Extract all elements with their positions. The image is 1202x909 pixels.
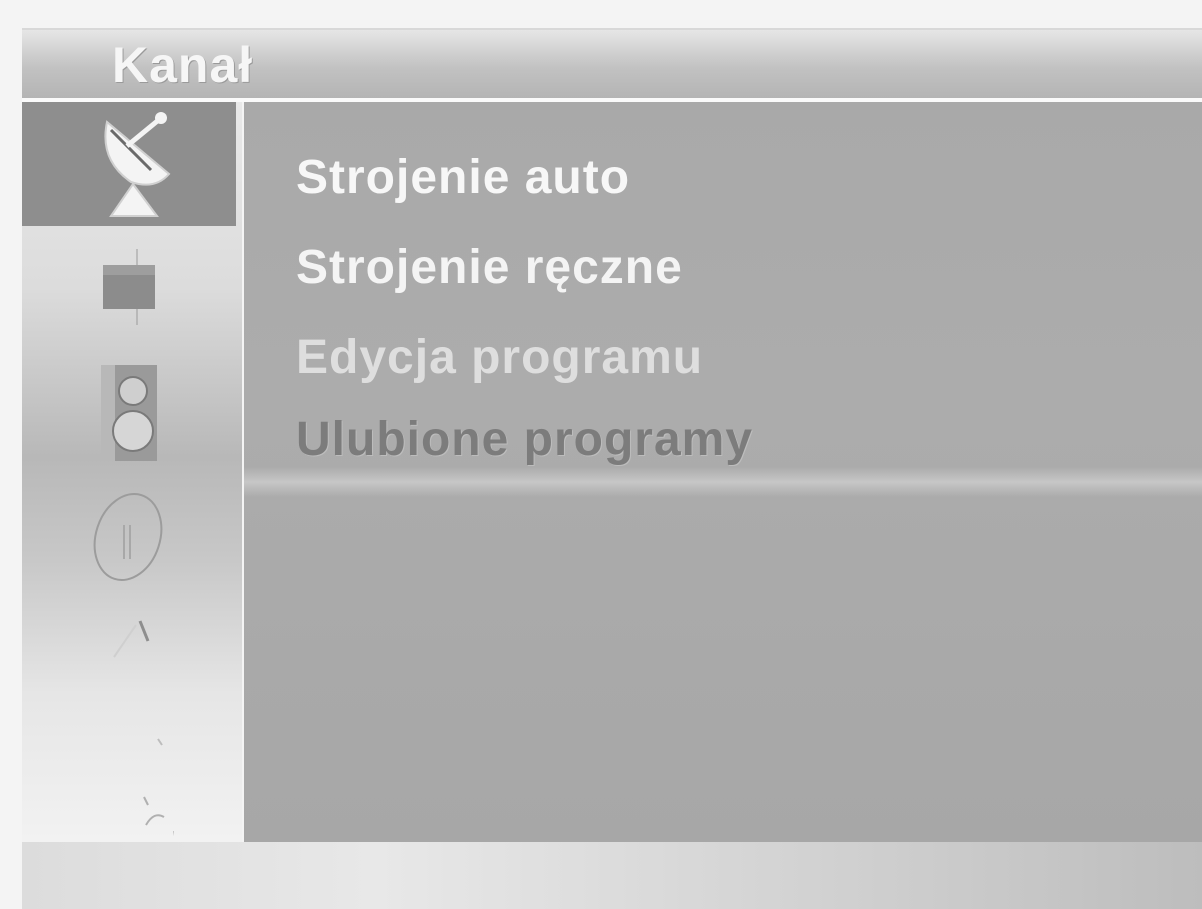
title-bar: Kanał [22,28,1202,98]
sidebar-item-time[interactable] [22,482,236,592]
menu-item-program-edit[interactable]: Edycja programu [296,330,703,385]
sidebar-item-lock[interactable] [22,597,236,677]
picture-icon [89,247,169,327]
menu-item-auto-tuning[interactable]: Strojenie auto [296,150,630,205]
sidebar-item-channel[interactable] [22,102,236,226]
settings-icon [84,707,174,837]
menu-panel: Strojenie auto Strojenie ręczne Edycja p… [244,102,1202,842]
lock-icon [84,605,174,669]
bottom-bar [22,842,1202,909]
speaker-icon [89,357,169,467]
selection-highlight [244,467,1202,497]
sidebar-item-picture[interactable] [22,242,236,332]
menu-item-manual-tuning[interactable]: Strojenie ręczne [296,240,683,295]
clock-icon [84,489,174,585]
sidebar-item-setup[interactable] [22,702,236,842]
sidebar [22,102,242,842]
sidebar-item-audio[interactable] [22,352,236,472]
menu-title: Kanał [112,37,254,93]
satellite-dish-icon [81,108,177,220]
tv-menu-screen: Kanał Strojenie auto Strojenie ręczne Ed… [0,0,1202,909]
menu-item-favourite-programs[interactable]: Ulubione programy [296,412,753,467]
